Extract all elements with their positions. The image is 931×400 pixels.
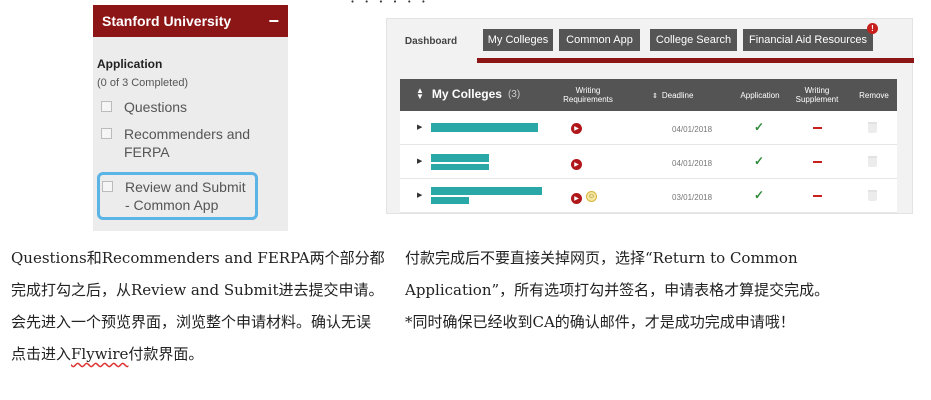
tab-underline: [477, 58, 914, 63]
redacted-college-name: [431, 154, 489, 162]
table-row[interactable]: ▶ ▶ 04/01/2018 ✓: [400, 111, 897, 145]
deadline-value: 03/01/2018: [672, 193, 713, 202]
col-writing-requirements: Writing Requirements: [563, 86, 613, 104]
col-deadline-label: Deadline: [661, 91, 694, 100]
requirement-alert-icon[interactable]: ▶: [571, 193, 582, 204]
col-application: Application: [740, 91, 780, 100]
flywire-word: Flywire: [71, 345, 129, 363]
application-check-icon: ✓: [754, 154, 765, 168]
table-header: ▲ ▼ My Colleges (3) Writing Requirements …: [400, 79, 897, 111]
expand-arrow-icon[interactable]: ▶: [417, 191, 422, 199]
sort-my-colleges[interactable]: ▲ ▼ My Colleges (3): [416, 86, 521, 101]
smiley-icon: ☺: [586, 191, 597, 202]
college-count: (3): [507, 88, 521, 100]
requirement-alert-icon[interactable]: ▶: [571, 159, 582, 170]
trash-icon[interactable]: [868, 122, 877, 133]
redacted-college-name-2: [431, 164, 489, 170]
supplement-none-icon: [813, 127, 822, 129]
checklist-item-recommenders[interactable]: Recommenders and FERPA: [97, 125, 288, 161]
tab-financial-aid[interactable]: Financial Aid Resources: [743, 29, 873, 51]
table-row[interactable]: ▶ ▶ ☺ 03/01/2018 ✓: [400, 179, 897, 213]
application-panel: Stanford University − Application (0 of …: [93, 5, 288, 231]
redacted-college-name-2: [431, 197, 469, 204]
checklist-item-review-submit[interactable]: Review and Submit - Common App: [97, 172, 258, 220]
right-caption-line-2: Application”，所有选项打勾并签名，申请表格才算提交完成。: [405, 281, 830, 299]
tab-common-app[interactable]: Common App: [559, 29, 640, 51]
deadline-value: 04/01/2018: [672, 125, 713, 134]
school-header[interactable]: Stanford University −: [93, 5, 288, 37]
tab-college-search[interactable]: College Search: [650, 29, 737, 51]
expand-arrow-icon[interactable]: ▶: [417, 157, 422, 165]
dashboard-screenshot: Dashboard My Colleges Common App College…: [386, 18, 914, 214]
application-check-icon: ✓: [754, 120, 765, 134]
sort-icon: ▲ ▼: [416, 86, 424, 101]
col-writing-supplement: Writing Supplement: [795, 86, 839, 104]
tab-bar: Dashboard My Colleges Common App College…: [387, 19, 914, 63]
left-caption: Questions和Recommenders and FERPA两个部分都完成打…: [11, 242, 385, 370]
trash-icon[interactable]: [868, 156, 877, 167]
tab-my-colleges[interactable]: My Colleges: [483, 29, 553, 51]
progress-text: (0 of 3 Completed): [97, 77, 189, 89]
checklist-label: Questions: [124, 99, 188, 115]
checklist-label: Review and Submit - Common App: [125, 179, 246, 213]
redacted-college-name: [431, 123, 538, 132]
section-title: Application: [97, 57, 163, 71]
collapse-icon[interactable]: −: [268, 12, 279, 30]
my-colleges-table: ▲ ▼ My Colleges (3) Writing Requirements …: [400, 79, 897, 213]
col-deadline[interactable]: ⇕ Deadline: [652, 91, 712, 100]
supplement-none-icon: [813, 161, 822, 163]
redacted-college-name: [431, 187, 542, 195]
col-remove: Remove: [859, 91, 889, 100]
checklist-label: Recommenders and FERPA: [124, 126, 251, 160]
school-name: Stanford University: [102, 13, 232, 29]
tab-dashboard[interactable]: Dashboard: [387, 19, 475, 63]
checkbox[interactable]: [101, 128, 112, 139]
deadline-value: 04/01/2018: [672, 159, 713, 168]
table-title: My Colleges: [431, 86, 502, 101]
checklist-item-questions[interactable]: Questions: [97, 98, 288, 116]
checkbox[interactable]: [101, 101, 112, 112]
expand-arrow-icon[interactable]: ▶: [417, 123, 422, 131]
sort-icon: ⇕: [652, 93, 658, 100]
right-caption-line-3: *同时确保已经收到CA的确认邮件，才是成功完成申请哦！: [405, 313, 795, 331]
cropped-heading: · · · · · ·: [350, 0, 590, 6]
right-caption-line-1: 付款完成后不要直接关掉网页，选择“Return to Common: [405, 249, 798, 267]
table-row[interactable]: ▶ ▶ 04/01/2018 ✓: [400, 145, 897, 179]
application-check-icon: ✓: [754, 188, 765, 202]
checkbox[interactable]: [102, 181, 113, 192]
trash-icon[interactable]: [868, 190, 877, 201]
supplement-none-icon: [813, 195, 822, 197]
left-caption-end: 付款界面。: [128, 345, 204, 363]
right-caption: 付款完成后不要直接关掉网页，选择“Return to Common Applic…: [405, 242, 910, 338]
requirement-alert-icon[interactable]: ▶: [571, 123, 582, 134]
alert-badge: !: [867, 23, 878, 34]
